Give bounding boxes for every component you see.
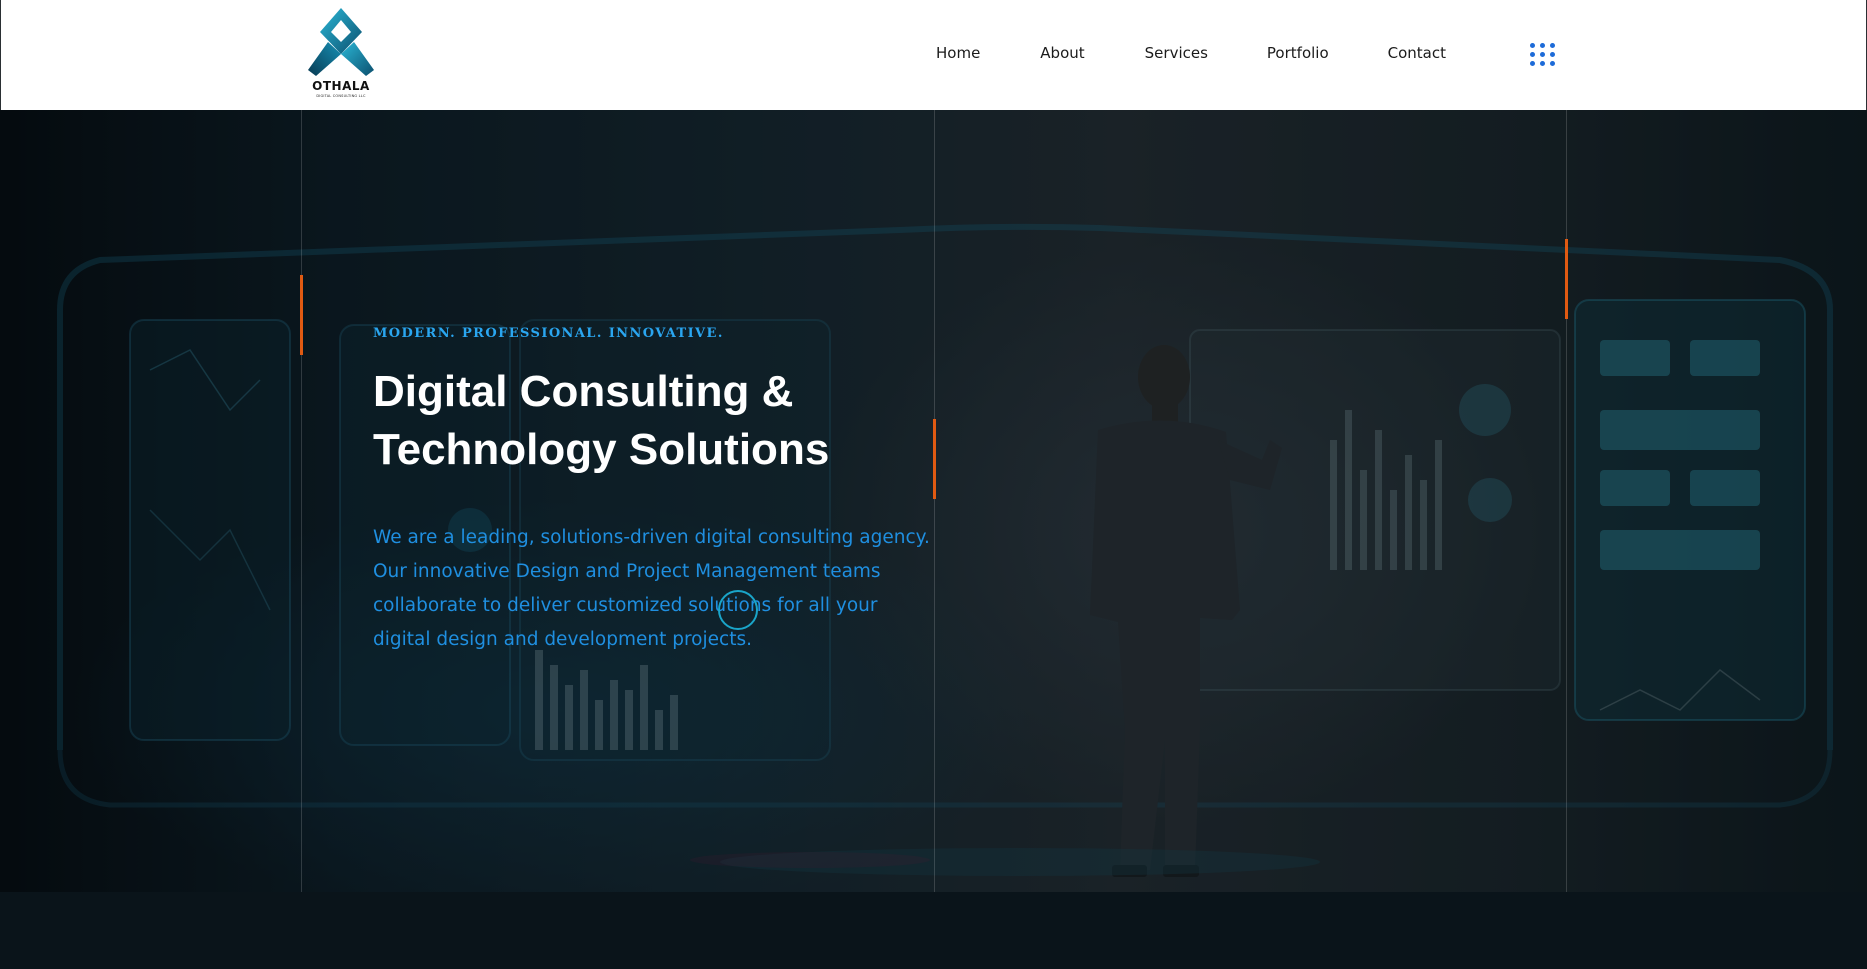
nav-about[interactable]: About — [1040, 42, 1084, 64]
divider-line — [301, 110, 302, 892]
hero-title-line: Technology Solutions — [373, 425, 830, 474]
nav-contact[interactable]: Contact — [1388, 42, 1446, 64]
hero-section: MODERN. PROFESSIONAL. INNOVATIVE. Digita… — [0, 110, 1867, 892]
hero-title-line: Digital Consulting & — [373, 367, 794, 416]
accent-bar — [1565, 239, 1568, 319]
divider-line — [1566, 110, 1567, 892]
logo-wordmark: OTHALA — [312, 79, 370, 93]
accent-bar — [300, 275, 303, 355]
site-logo[interactable]: OTHALA DIGITAL CONSULTING LLC — [306, 6, 376, 100]
othala-logo-icon — [308, 8, 374, 76]
nav-home[interactable]: Home — [936, 42, 980, 64]
hero-description: We are a leading, solutions-driven digit… — [373, 527, 930, 650]
main-nav: Home About Services Portfolio Contact — [936, 42, 1446, 64]
grid-dots-icon[interactable] — [1530, 43, 1558, 67]
divider-line — [934, 110, 935, 892]
logo-tagline: DIGITAL CONSULTING LLC — [316, 94, 366, 98]
page: OTHALA DIGITAL CONSULTING LLC Home About… — [0, 0, 1867, 969]
site-header: OTHALA DIGITAL CONSULTING LLC Home About… — [0, 0, 1867, 110]
next-section — [0, 892, 1867, 969]
nav-services[interactable]: Services — [1145, 42, 1208, 64]
hero-title: Digital Consulting & Technology Solution… — [373, 363, 973, 479]
cursor-ring-icon — [718, 590, 758, 630]
nav-portfolio[interactable]: Portfolio — [1267, 42, 1329, 64]
hero-eyebrow: MODERN. PROFESSIONAL. INNOVATIVE. — [373, 326, 724, 341]
